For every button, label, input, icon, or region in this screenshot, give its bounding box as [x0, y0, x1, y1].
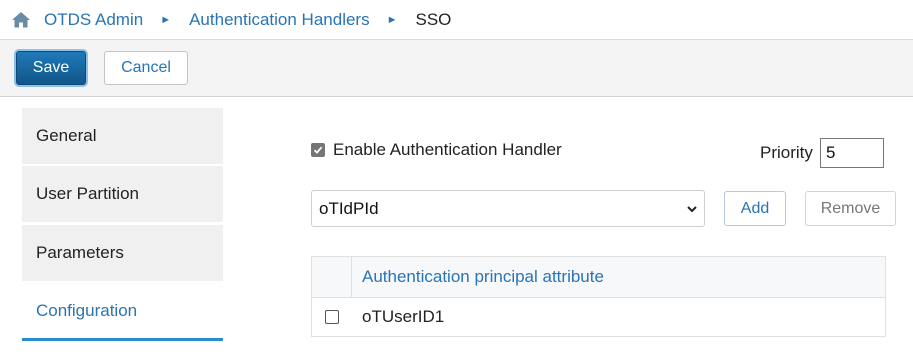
- attribute-select-value: oTIdPId: [319, 198, 379, 218]
- add-button[interactable]: Add: [724, 191, 786, 226]
- cancel-button[interactable]: Cancel: [104, 51, 188, 85]
- tab-configuration[interactable]: Configuration: [22, 283, 223, 341]
- breadcrumb-current: SSO: [415, 9, 452, 29]
- header-checkbox-cell: [312, 257, 352, 297]
- checkmark-icon: [313, 146, 323, 154]
- toolbar: Save Cancel: [0, 40, 913, 97]
- chevron-down-icon: [687, 206, 697, 213]
- breadcrumb-separator-icon: ►: [160, 13, 172, 26]
- table-row: oTUserID1: [312, 298, 885, 336]
- save-button[interactable]: Save: [16, 51, 86, 85]
- attribute-table: Authentication principal attribute oTUse…: [311, 256, 886, 337]
- breadcrumb: OTDS Admin ► Authentication Handlers ► S…: [0, 0, 913, 40]
- remove-button[interactable]: Remove: [805, 191, 896, 226]
- column-header-attribute[interactable]: Authentication principal attribute: [352, 257, 604, 297]
- tab-user-partition[interactable]: User Partition: [22, 166, 223, 222]
- tab-parameters[interactable]: Parameters: [22, 225, 223, 281]
- enable-handler-checkbox[interactable]: [311, 143, 325, 157]
- breadcrumb-otds-admin[interactable]: OTDS Admin: [44, 10, 143, 30]
- row-checkbox-cell: [312, 310, 352, 324]
- attribute-select[interactable]: oTIdPId: [311, 190, 705, 227]
- row-checkbox[interactable]: [325, 310, 339, 324]
- enable-handler-label: Enable Authentication Handler: [333, 140, 562, 159]
- breadcrumb-separator-icon: ►: [386, 13, 398, 26]
- table-header: Authentication principal attribute: [312, 257, 885, 298]
- priority-input[interactable]: [820, 138, 884, 168]
- home-icon[interactable]: [11, 10, 31, 30]
- priority-label: Priority: [760, 143, 813, 162]
- attribute-value: oTUserID1: [362, 307, 445, 326]
- enable-handler-row: Enable Authentication Handler: [311, 140, 562, 160]
- tab-general[interactable]: General: [22, 108, 223, 164]
- breadcrumb-authentication-handlers[interactable]: Authentication Handlers: [189, 10, 370, 30]
